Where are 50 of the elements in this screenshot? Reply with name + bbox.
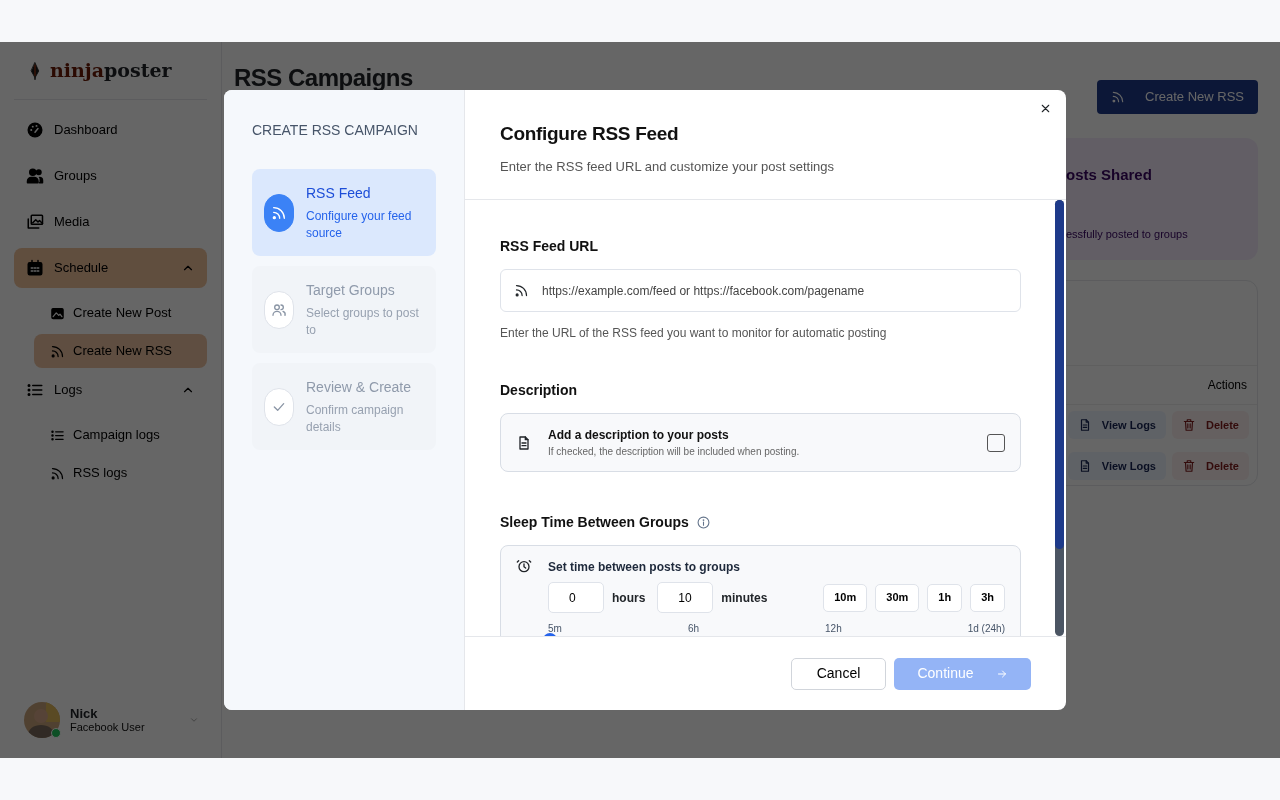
delete-button[interactable]: Delete	[1171, 452, 1249, 480]
page-title: RSS Campaigns	[234, 64, 413, 93]
sidebar-item[interactable]: Dashboard	[14, 110, 207, 150]
help-text: Enter the URL of the RSS feed you want to monitor for automatic posting	[500, 325, 888, 342]
sidebar-subitem[interactable]: Create New Post	[34, 296, 207, 330]
cancel-button[interactable]: Cancel	[791, 657, 886, 690]
sidebar-item[interactable]: Schedule	[14, 248, 207, 288]
unit-label: hours	[612, 589, 646, 607]
modal-subtitle: Enter the RSS feed URL and customize your post settings	[500, 157, 836, 176]
option-hint: If checked, the description will be included when posting.	[548, 445, 801, 459]
view-logs-button[interactable]: View Logs	[1067, 411, 1166, 439]
field-label: Description	[500, 381, 578, 400]
description-option[interactable]: Add a description to your posts If checked, the description will be included when posting.	[500, 413, 1021, 472]
delete-button[interactable]: Delete	[1171, 411, 1249, 439]
unit-label: minutes	[721, 589, 769, 607]
continue-button: Continue	[894, 657, 1031, 690]
sidebar-item[interactable]: Logs	[14, 370, 207, 410]
sidebar-subitem[interactable]: RSS logs	[34, 456, 207, 490]
field-label: RSS Feed URL	[500, 237, 599, 256]
preset-button[interactable]: 3h	[970, 583, 1005, 612]
sidebar-item[interactable]: Groups	[14, 156, 207, 196]
field-label: Sleep Time Between Groups	[500, 513, 689, 532]
slider-tick-label: 5m	[548, 622, 562, 636]
preset-button[interactable]: 1h	[927, 583, 963, 612]
wizard-step: Review & Create Confirm campaign details	[252, 363, 436, 450]
hours-field[interactable]: 0	[548, 582, 604, 613]
wizard-title: CREATE RSS CAMPAIGN	[252, 121, 419, 140]
preset-button[interactable]: 10m	[823, 583, 868, 612]
preset-button[interactable]: 30m	[875, 583, 920, 612]
create-rss-button[interactable]: Create New RSS	[1097, 80, 1258, 114]
stats-caption: essfully posted to groups	[1066, 227, 1189, 242]
user-name: Nick	[70, 705, 99, 722]
wizard-step[interactable]: RSS Feed Configure your feed source	[252, 169, 436, 256]
option-title: Add a description to your posts	[548, 427, 730, 444]
minutes-field[interactable]: 10	[657, 582, 714, 613]
user-role: Facebook User	[70, 721, 145, 735]
column-header: Actions	[1207, 376, 1247, 394]
stats-title: osts Shared	[1066, 164, 1153, 185]
slider-tick-label: 1d (24h)	[967, 622, 1005, 636]
slider-tick-label: 12h	[825, 622, 842, 636]
sidebar-subitem[interactable]: Create New RSS	[34, 334, 207, 368]
sidebar-subitem[interactable]: Campaign logs	[34, 418, 207, 452]
view-logs-button[interactable]: View Logs	[1067, 452, 1166, 480]
modal-title: Configure RSS Feed	[500, 122, 680, 146]
url-field[interactable]: https://example.com/feed or https://facebook.com/pagename	[500, 269, 1021, 312]
sidebar-item[interactable]: Media	[14, 202, 207, 242]
wizard-step: Target Groups Select groups to post to	[252, 266, 436, 353]
sleep-caption: Set time between posts to groups	[548, 559, 742, 576]
slider-tick-label: 6h	[687, 622, 700, 636]
logo-text: ninjaposter	[50, 58, 172, 84]
